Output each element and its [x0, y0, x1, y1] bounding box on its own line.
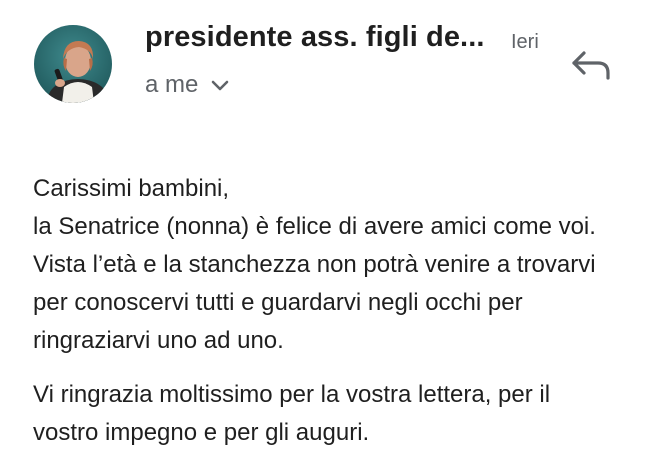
sender-name[interactable]: presidente ass. figli de... [145, 21, 485, 54]
text-line: Vi ringrazia moltissimo per la vostra le… [33, 381, 551, 408]
paragraph: Carissimi bambini, la Senatrice (nonna) … [33, 170, 671, 360]
text-line: Carissimi bambini, [33, 175, 230, 202]
reply-button[interactable] [570, 48, 614, 82]
chevron-down-icon[interactable] [210, 78, 230, 92]
sender-photo [34, 25, 112, 103]
text-line: ringraziarvi uno ad uno. [33, 327, 284, 354]
text-line: vostro impegno e per gli auguri. [33, 419, 370, 446]
avatar[interactable] [34, 25, 112, 103]
text-line: Vista l’età e la stanchezza non potrà ve… [33, 251, 596, 278]
message-time: Ieri [511, 31, 539, 53]
reply-arrow-icon [572, 51, 610, 80]
text-line: la Senatrice (nonna) è felice di avere a… [33, 213, 596, 240]
paragraph: Vi ringrazia moltissimo per la vostra le… [33, 376, 671, 452]
recipient-label: a me [145, 71, 199, 98]
recipient-line[interactable]: a me [145, 71, 230, 99]
text-line: per conoscervi tutti e guardarvi negli o… [33, 289, 523, 316]
message-body: Carissimi bambini, la Senatrice (nonna) … [33, 170, 671, 452]
